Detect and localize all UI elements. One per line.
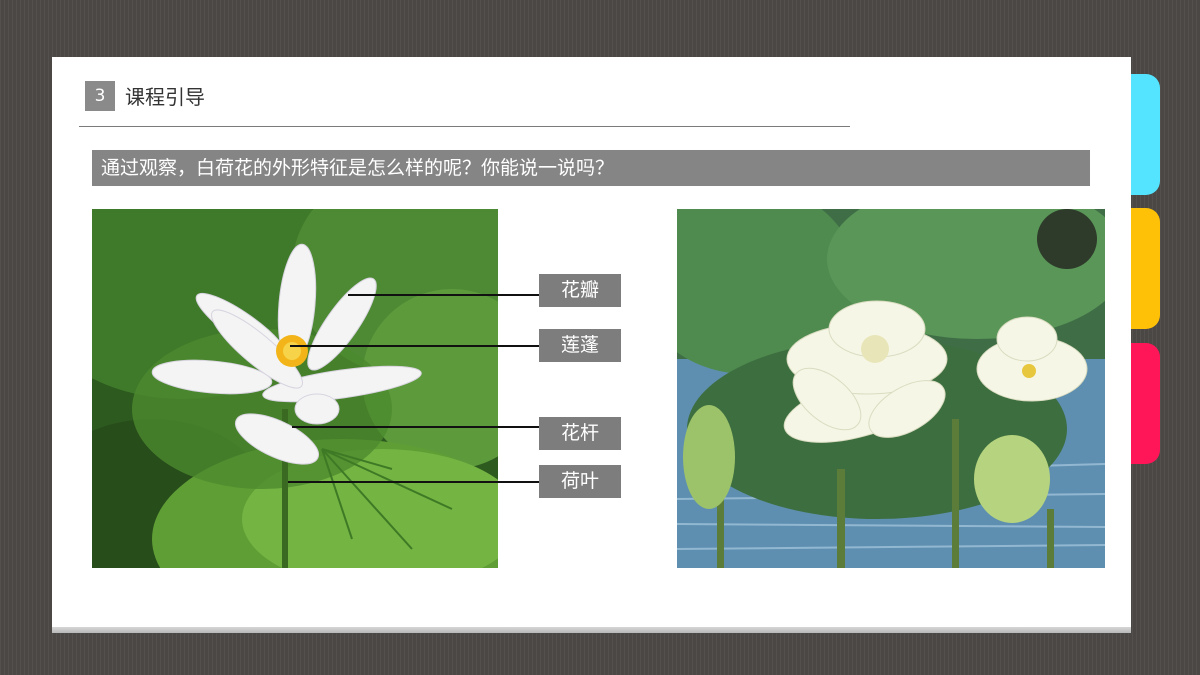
leaf-leader-line xyxy=(288,481,541,483)
slide-bottom-edge xyxy=(52,627,1131,633)
stem-leader-line xyxy=(292,426,541,428)
white-lotus-photo xyxy=(92,209,498,568)
section-title: 课程引导 xyxy=(125,85,205,109)
double-lotus-photo xyxy=(677,209,1105,568)
label-seedpod: 莲蓬 xyxy=(539,329,621,362)
seedpod-leader-line xyxy=(290,345,541,347)
question-banner: 通过观察，白荷花的外形特征是怎么样的呢？你能说一说吗？ xyxy=(92,150,1090,186)
slide-card: 3 课程引导 通过观察，白荷花的外形特征是怎么样的呢？你能说一说吗？ 花瓣 莲蓬… xyxy=(52,57,1131,627)
label-leaf: 荷叶 xyxy=(539,465,621,498)
section-number-badge: 3 xyxy=(85,81,115,111)
label-petal: 花瓣 xyxy=(539,274,621,307)
petal-leader-line xyxy=(348,294,541,296)
label-stem: 花杆 xyxy=(539,417,621,450)
title-divider xyxy=(79,126,850,127)
